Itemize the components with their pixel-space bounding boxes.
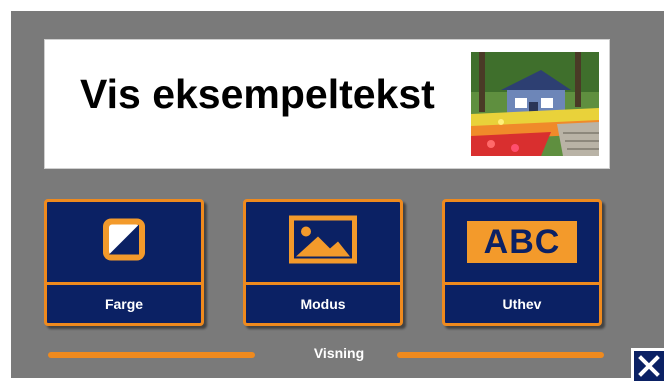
color-tile-label: Farge [104,296,144,312]
color-contrast-icon [101,217,147,268]
view-slider-left-track[interactable] [48,352,255,358]
close-icon [638,355,660,377]
sample-text: Vis eksempeltekst [80,71,435,117]
close-button[interactable] [631,348,664,384]
highlight-tile-button[interactable]: ABC Uthev [442,199,602,326]
garden-house-tulips-photo [471,52,599,156]
magnifier-settings-panel: Vis eksempeltekst Farge Modus ABC Uthev … [11,11,664,384]
abc-highlight-icon: ABC [467,221,577,263]
mode-tile-button[interactable]: Modus [243,199,403,326]
image-mode-icon [288,215,358,270]
color-tile-button[interactable]: Farge [44,199,204,326]
highlight-tile-label: Uthev [502,296,542,312]
sample-text-preview: Vis eksempeltekst [44,39,610,169]
mode-tile-label: Modus [300,296,346,312]
view-slider-right-track[interactable] [397,352,604,358]
view-slider-label: Visning [313,345,365,361]
